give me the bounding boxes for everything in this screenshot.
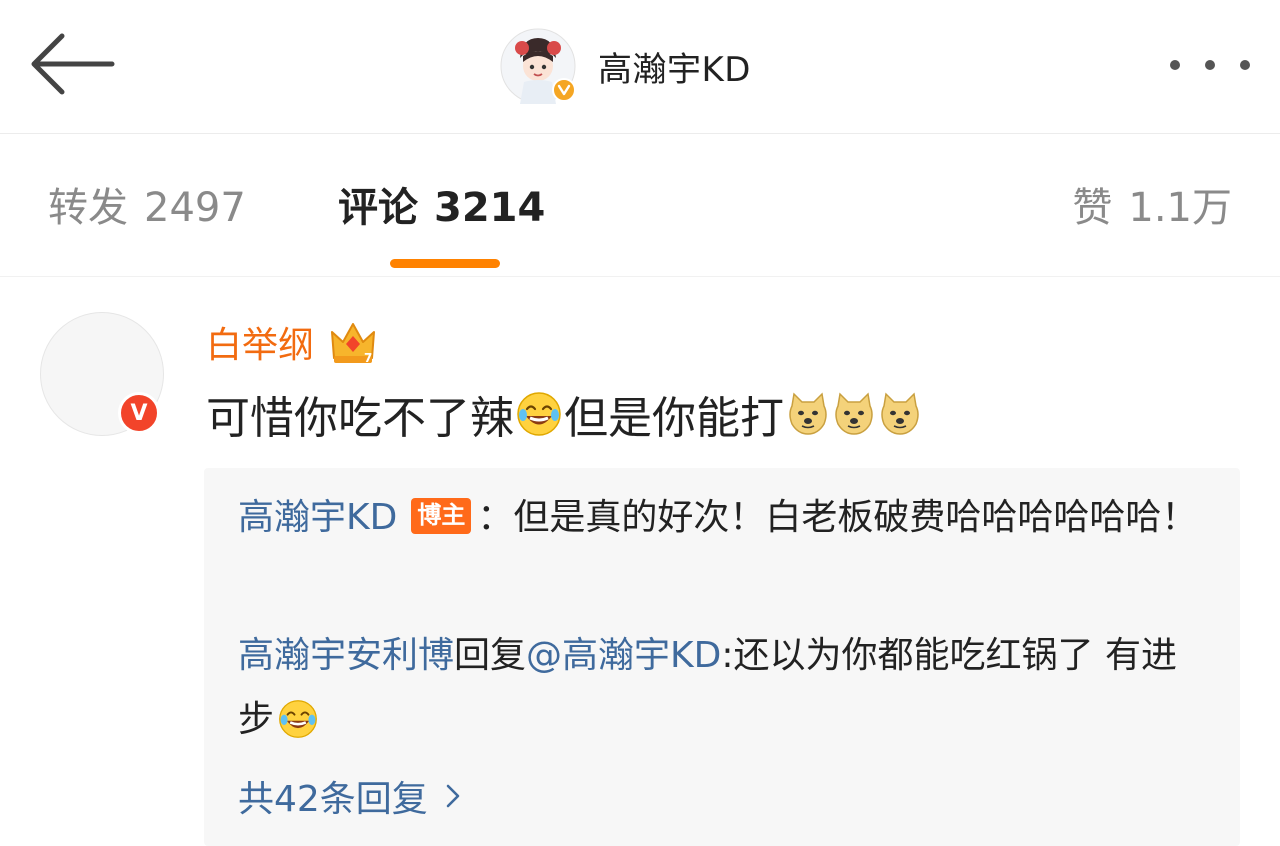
tab-bar: 转发 2497 评论 3214 赞 1.1万 [0,135,1280,277]
reply-item: 高瀚宇KD 博主 ：但是真的好次！白老板破费哈哈哈哈哈哈！ [238,486,1198,550]
reply-item: 高瀚宇安利博回复@高瀚宇KD:还以为你都能吃红锅了 有进步 [238,624,1198,752]
reply-text: ：但是真的好次！白老板破费哈哈哈哈哈哈！ [477,497,1198,538]
laugh-cry-emoji-icon [517,392,561,436]
doge-emoji-icon [789,392,827,435]
crown-icon: 7 [331,323,376,365]
comment-text-part2: 但是你能打 [564,393,784,444]
tab-comment[interactable]: 评论 3214 [338,181,545,235]
blogger-badge: 博主 [411,498,472,534]
header-avatar[interactable] [500,28,576,104]
tab-comment-label: 评论 [338,185,418,231]
active-tab-indicator [390,259,500,268]
tab-repost-label: 转发 [48,185,128,231]
reply-mention[interactable]: @高瀚宇KD [526,635,721,676]
view-all-replies-label: 共42条回复 [238,779,428,820]
tab-like-count: 1.1万 [1128,185,1232,231]
reply-user[interactable]: 高瀚宇KD [238,497,397,538]
tab-like-label: 赞 [1072,185,1113,231]
commenter-name[interactable]: 白举纲 [206,316,314,368]
back-button[interactable] [28,28,116,100]
laugh-cry-emoji-icon [279,700,317,738]
doge-emoji-icon [835,392,873,435]
comment-item: V 白举纲 7 可惜你吃不了辣 但是你能打 高瀚宇KD 博主 ：但是真的好次！白… [0,278,1280,846]
back-arrow-icon [31,33,115,95]
view-all-replies-link[interactable]: 共42条回复 [238,768,462,824]
verified-badge-icon [552,78,576,102]
commenter-name-row: 白举纲 7 [206,316,378,368]
tab-like[interactable]: 赞 1.1万 [1072,181,1232,235]
tab-comment-count: 3214 [434,185,546,231]
dot-icon [1205,60,1215,70]
page-title[interactable]: 高瀚宇KD [598,42,751,91]
dot-icon [1240,60,1250,70]
tab-repost[interactable]: 转发 2497 [48,181,246,235]
dot-icon [1170,60,1180,70]
doge-emoji-icon [881,392,919,435]
verified-v-badge-icon: V [118,392,160,434]
reply-user[interactable]: 高瀚宇安利博 [238,635,454,676]
reply-box[interactable]: 高瀚宇KD 博主 ：但是真的好次！白老板破费哈哈哈哈哈哈！ 高瀚宇安利博回复@高瀚宇… [204,468,1240,846]
chevron-right-icon [446,784,460,808]
comment-text: 可惜你吃不了辣 但是你能打 [206,384,922,444]
svg-text:7: 7 [364,351,372,365]
header-profile[interactable]: 高瀚宇KD [500,24,751,108]
more-button[interactable] [1170,48,1250,82]
reply-verb: 回复 [454,635,527,676]
top-bar: 高瀚宇KD [0,0,1280,134]
comment-text-part1: 可惜你吃不了辣 [206,393,514,444]
tab-repost-count: 2497 [144,185,246,231]
